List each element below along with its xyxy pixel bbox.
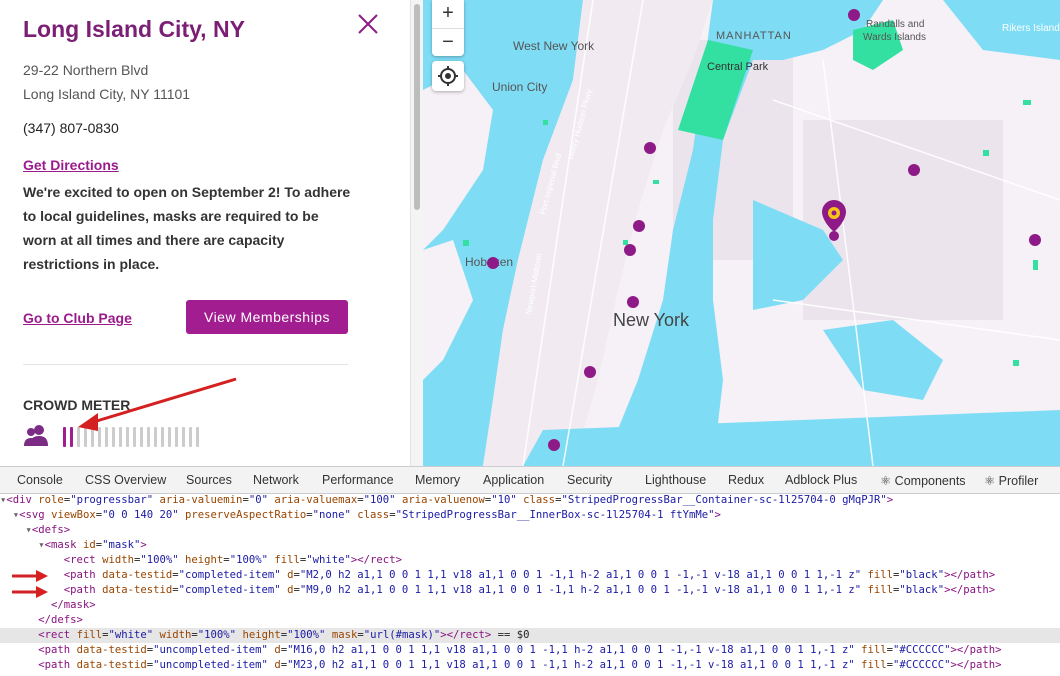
devtools-tab-bar: Console CSS Overview Sources Network Per… — [0, 466, 1060, 494]
tab-application[interactable]: Application — [483, 473, 544, 487]
elements-panel[interactable]: ▾<div role="progressbar" aria-valuemin="… — [0, 493, 1060, 676]
divider — [23, 364, 348, 365]
phone-number: (347) 807-0830 — [23, 120, 119, 136]
club-pin[interactable] — [908, 164, 920, 176]
club-pin[interactable] — [633, 220, 645, 232]
map-label-randalls: Randalls and — [866, 19, 924, 30]
people-icon — [24, 425, 48, 446]
code-line[interactable]: ▾<svg viewBox="0 0 140 20" preserveAspec… — [0, 508, 1060, 523]
map-canvas[interactable]: West New York MANHATTAN Central Park Uni… — [423, 0, 1060, 466]
code-line[interactable]: <rect width="100%" height="100%" fill="w… — [0, 553, 1060, 568]
code-line[interactable]: <path data-testid="uncompleted-item" d="… — [0, 658, 1060, 673]
club-title: Long Island City, NY — [23, 16, 245, 42]
annotation-arrow-icon — [78, 377, 237, 431]
tab-memory[interactable]: Memory — [415, 473, 460, 487]
map-label-wards: Wards Islands — [863, 32, 926, 43]
locate-button[interactable] — [432, 61, 464, 91]
club-page-link[interactable]: Go to Club Page — [23, 310, 132, 326]
crosshair-icon — [438, 66, 458, 86]
club-pin[interactable] — [487, 257, 499, 269]
scrollbar-thumb[interactable] — [414, 4, 420, 210]
club-notice: We're excited to open on September 2! To… — [23, 184, 351, 272]
club-pin[interactable] — [584, 366, 596, 378]
map-label-manhattan: MANHATTAN — [716, 30, 792, 42]
tab-sources[interactable]: Sources — [186, 473, 232, 487]
code-line[interactable]: ▾<mask id="mask"> — [0, 538, 1060, 553]
code-line[interactable]: </mask> — [0, 598, 1060, 613]
club-pin[interactable] — [644, 142, 656, 154]
code-line[interactable]: <path data-testid="completed-item" d="M2… — [0, 568, 1060, 583]
map-label-new-york: New York — [613, 310, 690, 330]
tab-network[interactable]: Network — [253, 473, 299, 487]
address-line-2: Long Island City, NY 11101 — [23, 86, 191, 102]
tab-lighthouse[interactable]: Lighthouse — [645, 473, 706, 487]
map-label-central-park: Central Park — [707, 61, 769, 73]
tab-security[interactable]: Security — [567, 473, 612, 487]
club-pin[interactable] — [848, 9, 860, 21]
club-pin[interactable] — [548, 439, 560, 451]
close-icon[interactable] — [356, 12, 380, 36]
tab-console[interactable]: Console — [17, 473, 63, 487]
code-line[interactable]: ▾<div role="progressbar" aria-valuemin="… — [0, 493, 1060, 508]
zoom-in-button[interactable]: + — [432, 0, 464, 29]
code-line[interactable]: ▾<defs> — [0, 523, 1060, 538]
code-line-selected[interactable]: <rect fill="white" width="100%" height="… — [0, 628, 1060, 643]
zoom-control: + − — [432, 0, 464, 56]
code-line[interactable]: <path data-testid="uncompleted-item" d="… — [0, 643, 1060, 658]
club-info-panel: Long Island City, NY 29-22 Northern Blvd… — [0, 0, 410, 466]
tab-css-overview[interactable]: CSS Overview — [85, 473, 166, 487]
view-memberships-button[interactable]: View Memberships — [186, 300, 348, 334]
address-line-1: 29-22 Northern Blvd — [23, 62, 149, 78]
club-pin[interactable] — [627, 296, 639, 308]
code-line[interactable]: </defs> — [0, 613, 1060, 628]
zoom-out-button[interactable]: − — [432, 29, 464, 57]
map-label-rikers: Rikers Island — [1002, 23, 1060, 34]
code-line[interactable]: <path data-testid="completed-item" d="M9… — [0, 583, 1060, 598]
tab-profiler[interactable]: ⚛ Profiler — [984, 473, 1038, 488]
map-label-west-new-york: West New York — [513, 39, 595, 53]
tab-components[interactable]: ⚛ Components — [880, 473, 966, 488]
panel-scrollbar[interactable] — [410, 0, 423, 466]
map-label-union-city: Union City — [492, 80, 547, 94]
meter-completed-item — [63, 427, 66, 447]
map[interactable]: West New York MANHATTAN Central Park Uni… — [423, 0, 1060, 466]
get-directions-link[interactable]: Get Directions — [23, 157, 119, 173]
tab-redux[interactable]: Redux — [728, 473, 764, 487]
club-pin[interactable] — [624, 244, 636, 256]
annotation-arrows-icon — [12, 570, 48, 598]
tab-performance[interactable]: Performance — [322, 473, 394, 487]
club-pin[interactable] — [1029, 234, 1041, 246]
tab-adblock-plus[interactable]: Adblock Plus — [785, 473, 857, 487]
